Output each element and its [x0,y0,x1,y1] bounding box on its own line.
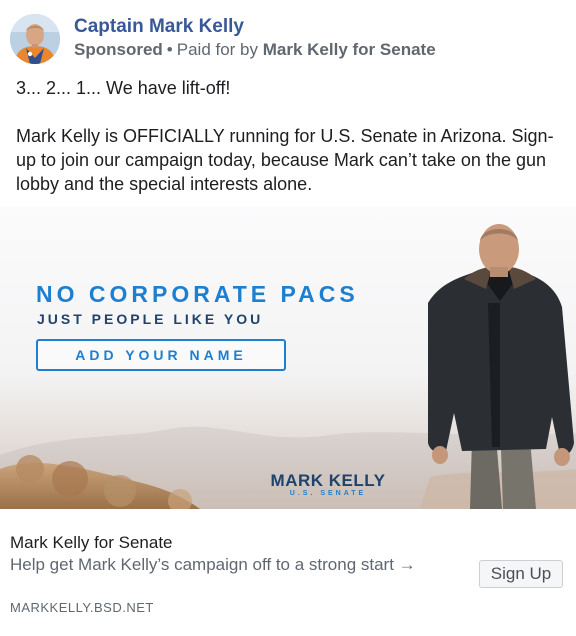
link-domain: MARKKELLY.BSD.NET [10,600,154,615]
ad-subhead: JUST PEOPLE LIKE YOU [37,311,264,327]
mark-kelly-logo: MARK KELLY U.S. SENATE [266,471,390,497]
page-name-link[interactable]: Captain Mark Kelly [74,16,244,38]
post-meta: Sponsored • Paid for by Mark Kelly for Sen… [74,40,436,60]
link-preview[interactable]: Mark Kelly for Senate Help get Mark Kell… [0,509,576,636]
add-your-name-button[interactable]: ADD YOUR NAME [36,339,286,371]
link-title[interactable]: Mark Kelly for Senate [10,533,173,553]
paid-for-prefix: Paid for by [176,40,259,59]
astronaut-avatar-icon [10,14,60,64]
sponsored-label[interactable]: Sponsored [74,40,163,59]
meta-separator: • [166,40,173,59]
sponsored-post: Captain Mark Kelly Sponsored • Paid for by… [0,0,576,636]
ad-headline: NO CORPORATE PACS [36,281,359,307]
avatar[interactable] [10,14,60,64]
post-text-line-1: 3... 2... 1... We have lift-off! [16,78,231,98]
link-description: Help get Mark Kelly’s campaign off to a … [10,555,416,574]
ad-image[interactable]: NO CORPORATE PACS JUST PEOPLE LIKE YOU A… [0,207,576,509]
logo-name: MARK KELLY [270,471,386,490]
logo-subtitle: U.S. SENATE [289,490,367,497]
sign-up-button[interactable]: Sign Up [479,560,563,588]
post-header: Captain Mark Kelly Sponsored • Paid for by… [10,14,566,66]
post-text: 3... 2... 1... We have lift-off! Mark Ke… [16,76,568,196]
paid-for-by-link[interactable]: Mark Kelly for Senate [263,40,436,59]
post-text-paragraph-2: Mark Kelly is OFFICIALLY running for U.S… [16,126,554,194]
